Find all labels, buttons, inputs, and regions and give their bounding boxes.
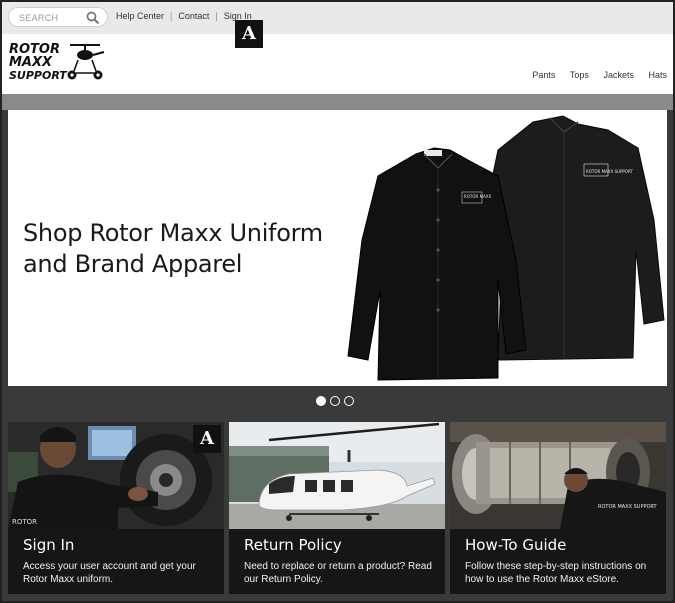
engine-repair-image: ROTOR MAXX SUPPORT [450,422,666,529]
card-description: Access your user account and get your Ro… [23,561,196,585]
helicopter-image [229,422,445,529]
svg-text:ROTOR MAXX: ROTOR MAXX [464,194,491,199]
card-description: Need to replace or return a product? Rea… [244,561,432,585]
card-shirt-text: ROTOR [12,518,37,526]
separator: | [215,11,218,21]
hero-title-line2: and Brand Apparel [23,250,243,278]
card-title: How-To Guide [465,536,567,554]
hero-title: Shop Rotor Maxx Uniform and Brand Appare… [23,218,323,280]
nav-pants[interactable]: Pants [532,70,555,80]
nav-hats[interactable]: Hats [648,70,667,80]
how-to-guide-card[interactable]: ROTOR MAXX SUPPORT How-To Guide Follow t… [450,422,666,594]
search-icon[interactable] [86,11,100,25]
separator: | [170,11,173,21]
divider-bar [2,94,673,110]
nav-tops[interactable]: Tops [570,70,589,80]
search-box[interactable] [8,7,108,27]
black-shirts-image: ROTOR MAXX SUPPORT ROTOR MAXX [347,115,665,381]
contact-link[interactable]: Contact [178,11,209,21]
rotor-maxx-logo[interactable]: ROTOR MAXX SUPPORT [8,39,108,83]
card-description: Follow these step-by-step instructions o… [465,561,647,585]
card-title: Return Policy [244,536,342,554]
annotation-badge: A [193,425,221,453]
carousel-dot-1[interactable] [316,396,326,406]
card-title: Sign In [23,536,75,554]
top-links: Help Center | Contact | Sign In [116,11,252,21]
carousel-dot-3[interactable] [344,396,354,406]
nav-jackets[interactable]: Jackets [603,70,634,80]
card-shirt-text: ROTOR MAXX SUPPORT [598,504,658,510]
logo-line2: MAXX [9,55,53,70]
help-center-link[interactable]: Help Center [116,11,164,21]
logo-line3: SUPPORT [9,69,68,82]
search-input[interactable] [19,10,85,25]
utility-bar: Help Center|Contact|Sign In [2,0,673,34]
hero-title-line1: Shop Rotor Maxx Uniform [23,219,323,247]
shirt-logo-text: ROTOR MAXX SUPPORT [586,169,633,174]
carousel-dot-2[interactable] [330,396,340,406]
technician-working-image: ROTOR [8,422,224,529]
annotation-badge: A [235,20,263,48]
carousel-indicators [316,393,358,406]
return-policy-card[interactable]: Return Policy Need to replace or return … [229,422,445,594]
site-header: ROTOR MAXX SUPPORT Pants Tops Jackets Ha… [2,34,673,94]
hero-banner[interactable]: Shop Rotor Maxx Uniform and Brand Appare… [8,110,667,386]
sign-in-card[interactable]: ROTOR Sign In Access your user account a… [8,422,224,594]
category-nav: Pants Tops Jackets Hats [520,70,667,80]
